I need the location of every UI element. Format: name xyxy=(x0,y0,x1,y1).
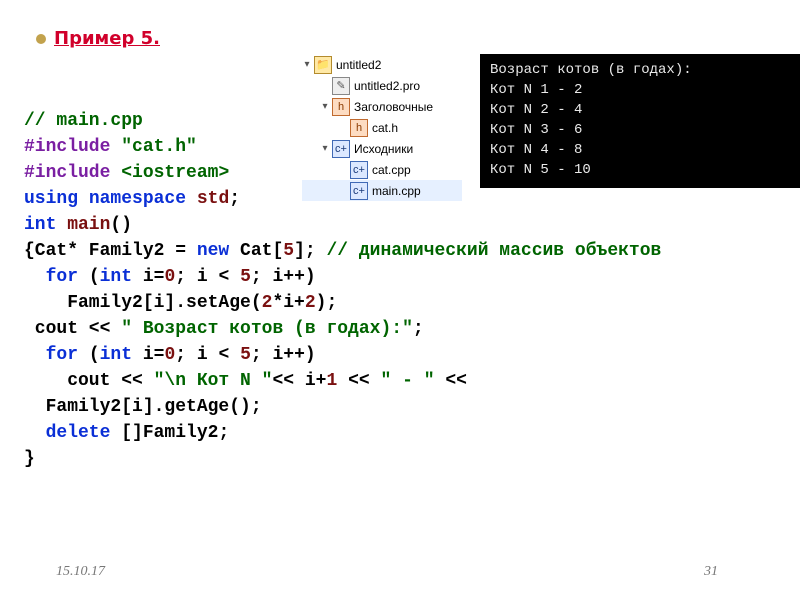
code-keyword: #include xyxy=(24,163,110,183)
code-string: "\n Кот N " xyxy=(154,371,273,391)
code-ident: std xyxy=(186,189,229,209)
tree-label: untitled2.pro xyxy=(354,79,420,93)
code-number: 0 xyxy=(164,267,175,287)
code-comment: // main.cpp xyxy=(24,111,143,131)
code-text: i= xyxy=(132,345,164,365)
code-text: []Family2; xyxy=(110,423,229,443)
code-text: << xyxy=(337,371,380,391)
footer-page: 31 xyxy=(704,564,718,580)
code-text: ; xyxy=(413,319,424,339)
code-text: i= xyxy=(132,267,164,287)
code-text: () xyxy=(110,215,132,235)
code-text: ; i < xyxy=(175,267,240,287)
code-text: cout << xyxy=(24,319,121,339)
code-string: "cat.h" xyxy=(110,137,196,157)
code-text: Family2[i].getAge(); xyxy=(24,397,262,417)
code-keyword: for xyxy=(24,267,78,287)
code-keyword: for xyxy=(24,345,78,365)
code-text: ; xyxy=(229,189,240,209)
code-string: " - " xyxy=(381,371,435,391)
folder-icon: 📁 xyxy=(314,56,332,74)
code-keyword: int xyxy=(24,215,56,235)
code-number: 5 xyxy=(240,345,251,365)
code-text: Cat[ xyxy=(229,241,283,261)
code-keyword: int xyxy=(100,267,132,287)
code-string: <iostream> xyxy=(110,163,229,183)
code-comment: // динамический массив объектов xyxy=(326,241,661,261)
code-text: *i+ xyxy=(272,293,304,313)
code-text: ; i++) xyxy=(251,267,316,287)
code-text: cout << xyxy=(24,371,154,391)
code-text: ; i++) xyxy=(251,345,316,365)
tree-label: untitled2 xyxy=(336,58,381,72)
code-keyword: new xyxy=(197,241,229,261)
code-block: // main.cpp #include "cat.h" #include <i… xyxy=(24,108,661,472)
code-number: 0 xyxy=(164,345,175,365)
code-keyword: int xyxy=(100,345,132,365)
slide: Пример 5. ▾ 📁 untitled2 ✎ untitled2.pro … xyxy=(0,0,800,600)
code-number: 5 xyxy=(283,241,294,261)
code-text: ]; xyxy=(294,241,326,261)
code-keyword: #include xyxy=(24,137,110,157)
code-text: << xyxy=(435,371,467,391)
code-text: ( xyxy=(78,267,100,287)
code-number: 2 xyxy=(305,293,316,313)
code-text: ( xyxy=(78,345,100,365)
code-number: 1 xyxy=(326,371,337,391)
code-string: " Возраст котов (в годах):" xyxy=(121,319,413,339)
code-keyword: using xyxy=(24,189,78,209)
title-row: Пример 5. xyxy=(36,28,160,49)
code-text: ; i < xyxy=(175,345,240,365)
code-keyword: delete xyxy=(24,423,110,443)
code-number: 2 xyxy=(262,293,273,313)
slide-title: Пример 5. xyxy=(54,28,160,49)
code-number: 5 xyxy=(240,267,251,287)
footer-date: 15.10.17 xyxy=(56,564,105,580)
tree-root[interactable]: ▾ 📁 untitled2 xyxy=(302,54,462,75)
code-text: } xyxy=(24,449,35,469)
file-icon: ✎ xyxy=(332,77,350,95)
code-text: Family2[i].setAge( xyxy=(24,293,262,313)
bullet-icon xyxy=(36,34,46,44)
tree-pro[interactable]: ✎ untitled2.pro xyxy=(302,75,462,96)
code-text: << i+ xyxy=(272,371,326,391)
twisty-icon[interactable]: ▾ xyxy=(302,59,312,70)
code-ident: main xyxy=(56,215,110,235)
code-text: {Cat* Family2 = xyxy=(24,241,197,261)
code-keyword: namespace xyxy=(78,189,186,209)
code-text: ); xyxy=(316,293,338,313)
